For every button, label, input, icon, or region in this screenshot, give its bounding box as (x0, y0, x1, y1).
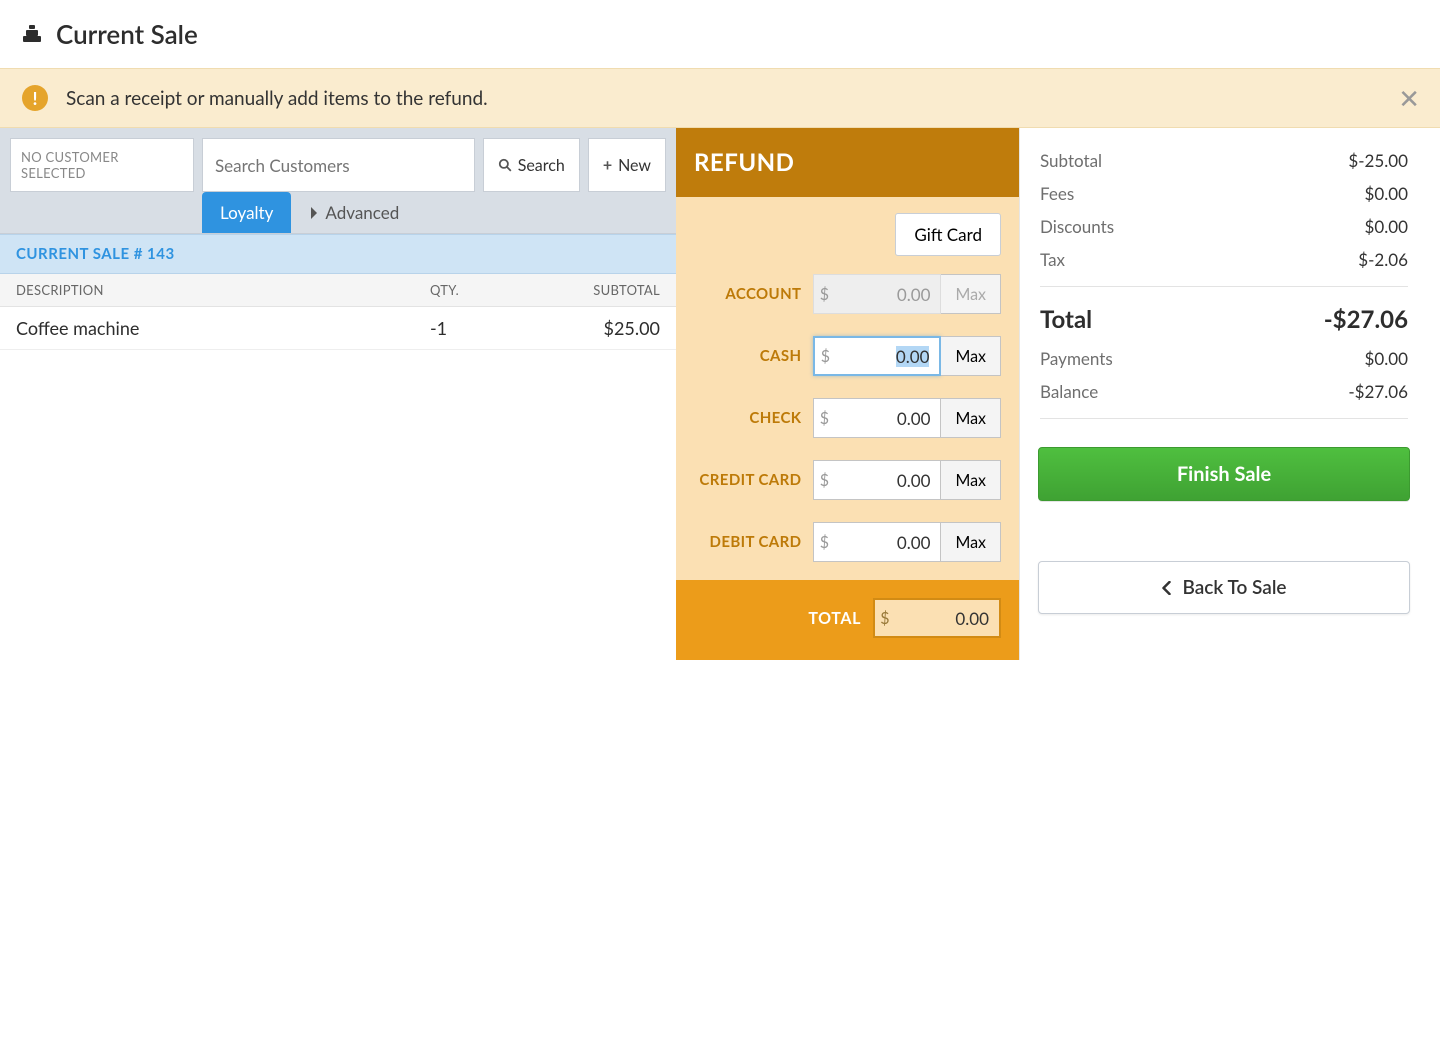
tab-loyalty[interactable]: Loyalty (202, 192, 291, 233)
cell-subtotal: $25.00 (540, 317, 660, 339)
plus-icon: + (603, 156, 612, 175)
exclamation-icon: ! (22, 85, 48, 111)
refund-row-check: CHECK $ Max (694, 398, 1001, 438)
check-max-button[interactable]: Max (941, 398, 1001, 438)
value-balance: -$27.06 (1348, 381, 1408, 402)
chevron-left-icon (1161, 581, 1172, 595)
label-account: ACCOUNT (694, 285, 813, 303)
gift-card-button[interactable]: Gift Card (895, 213, 1001, 256)
dollar-icon: $ (814, 409, 834, 428)
tab-advanced[interactable]: Advanced (291, 192, 417, 233)
refund-row-debit: DEBIT CARD $ Max (694, 522, 1001, 562)
close-icon[interactable]: ✕ (1398, 85, 1420, 111)
check-input-box: $ (813, 398, 941, 438)
label-credit: CREDIT CARD (694, 471, 813, 489)
debit-max-button[interactable]: Max (941, 522, 1001, 562)
chevron-right-icon (309, 207, 319, 219)
refund-title: REFUND (676, 128, 1019, 197)
label-grand-total: Total (1040, 305, 1092, 334)
value-subtotal: $-25.00 (1348, 150, 1408, 171)
cash-input[interactable] (835, 346, 939, 367)
sale-heading: CURRENT SALE # 143 (0, 234, 676, 274)
label-payments: Payments (1040, 348, 1113, 369)
new-button-label: New (618, 156, 651, 175)
account-max-button: Max (941, 274, 1001, 314)
cash-input-box: $ (813, 336, 941, 376)
credit-input-box: $ (813, 460, 941, 500)
label-cash: CASH (694, 347, 813, 365)
page-header: Current Sale (0, 0, 1440, 68)
back-to-sale-label: Back To Sale (1182, 576, 1286, 599)
label-discounts: Discounts (1040, 216, 1114, 237)
refund-row-credit: CREDIT CARD $ Max (694, 460, 1001, 500)
debit-input-box: $ (813, 522, 941, 562)
check-input[interactable] (834, 408, 940, 429)
cell-qty: -1 (430, 317, 540, 339)
page-title: Current Sale (56, 18, 198, 50)
search-icon (498, 158, 512, 172)
value-payments: $0.00 (1365, 348, 1408, 369)
search-button-label: Search (518, 156, 565, 175)
no-customer-label: NO CUSTOMER SELECTED (10, 138, 194, 192)
dollar-icon: $ (814, 285, 834, 304)
label-balance: Balance (1040, 381, 1098, 402)
total-value (895, 608, 999, 629)
col-subtotal: SUBTOTAL (540, 282, 660, 298)
back-to-sale-button[interactable]: Back To Sale (1038, 561, 1410, 614)
dollar-icon: $ (814, 533, 834, 552)
account-input-box: $ (813, 274, 941, 314)
total-box: $ (873, 598, 1001, 638)
label-subtotal: Subtotal (1040, 150, 1102, 171)
cell-description: Coffee machine (16, 317, 430, 339)
credit-max-button[interactable]: Max (941, 460, 1001, 500)
col-qty: QTY. (430, 282, 540, 298)
value-discounts: $0.00 (1365, 216, 1408, 237)
dollar-icon: $ (815, 347, 835, 366)
search-button[interactable]: Search (483, 138, 580, 192)
dollar-icon: $ (875, 609, 895, 628)
refund-total-row: TOTAL $ (676, 580, 1019, 660)
cash-register-icon (20, 22, 44, 46)
customer-bar: NO CUSTOMER SELECTED Search + New (0, 128, 676, 234)
label-debit: DEBIT CARD (694, 533, 813, 551)
dollar-icon: $ (814, 471, 834, 490)
label-tax: Tax (1040, 249, 1065, 270)
label-fees: Fees (1040, 183, 1074, 204)
col-description: DESCRIPTION (16, 282, 430, 298)
value-grand-total: -$27.06 (1324, 305, 1408, 334)
customer-search-input[interactable] (203, 145, 474, 186)
account-input (834, 284, 940, 305)
info-banner: ! Scan a receipt or manually add items t… (0, 68, 1440, 128)
refund-row-account: ACCOUNT $ Max (694, 274, 1001, 314)
totals-panel: Subtotal $-25.00 Fees $0.00 Discounts $0.00… (1020, 128, 1440, 419)
customer-search-wrap (202, 138, 475, 192)
table-header: DESCRIPTION QTY. SUBTOTAL (0, 274, 676, 307)
cash-max-button[interactable]: Max (941, 336, 1001, 376)
new-customer-button[interactable]: + New (588, 138, 666, 192)
value-fees: $0.00 (1365, 183, 1408, 204)
refund-panel: REFUND Gift Card ACCOUNT $ Max (676, 128, 1019, 660)
credit-input[interactable] (834, 470, 940, 491)
finish-sale-button[interactable]: Finish Sale (1038, 447, 1410, 501)
label-check: CHECK (694, 409, 813, 427)
debit-input[interactable] (834, 532, 940, 553)
label-total: TOTAL (694, 609, 873, 628)
value-tax: $-2.06 (1358, 249, 1408, 270)
refund-row-cash: CASH $ Max (694, 336, 1001, 376)
banner-message: Scan a receipt or manually add items to … (66, 87, 488, 110)
tab-advanced-label: Advanced (325, 202, 399, 223)
table-row[interactable]: Coffee machine -1 $25.00 (0, 307, 676, 350)
